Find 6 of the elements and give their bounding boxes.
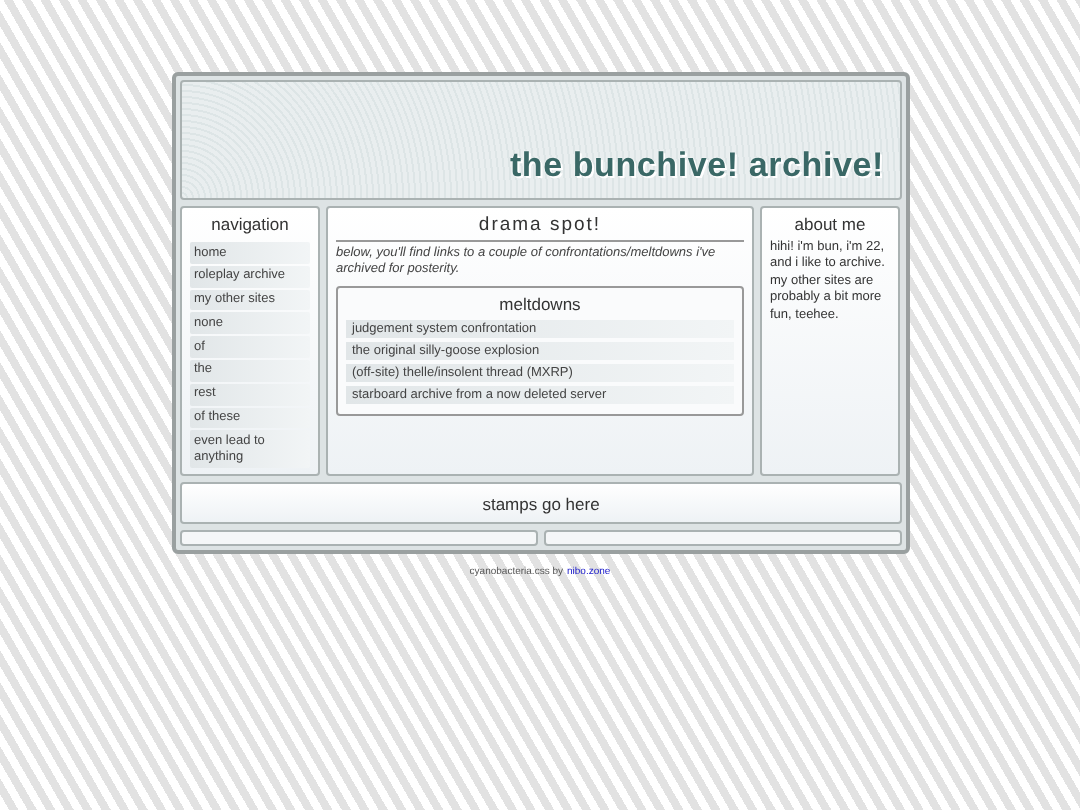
panel-title: navigation — [209, 214, 291, 234]
section-title: meltdowns — [497, 293, 583, 314]
panel-title: drama spot! — [336, 214, 744, 242]
panel-title: about me — [792, 214, 868, 234]
site-title: the bunchive! archive! — [509, 146, 884, 186]
stamps-text: stamps go here — [482, 493, 600, 513]
